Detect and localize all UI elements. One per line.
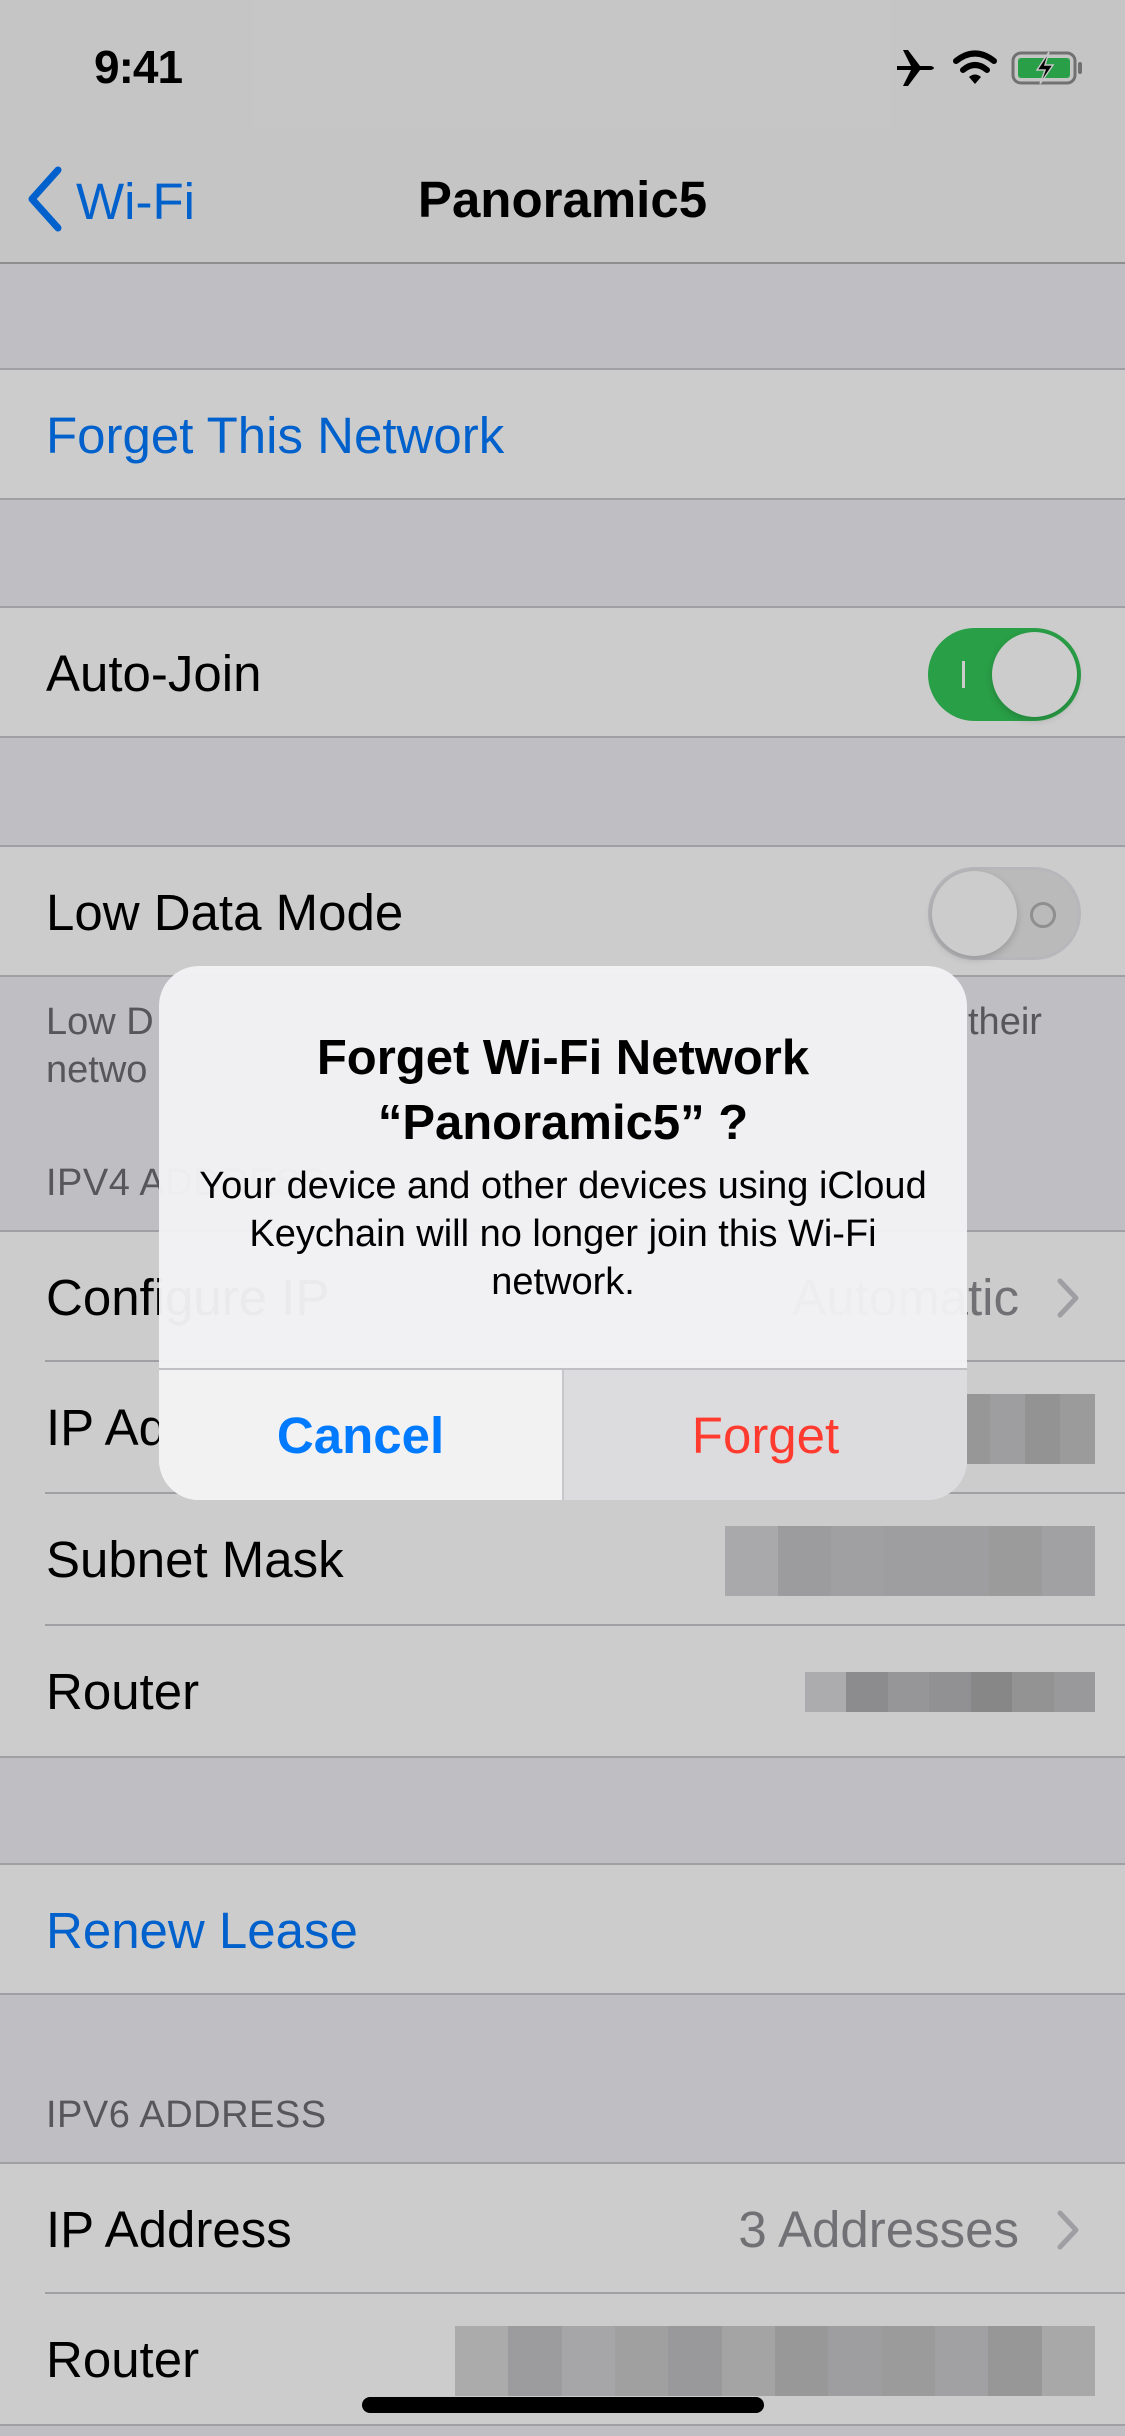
wifi-network-settings-screen: 9:41 Wi-Fi Panoramic5 Forget This Networ… <box>0 0 1125 2436</box>
alert-message: Your device and other devices using iClo… <box>199 1165 927 1303</box>
alert-title: Forget Wi-Fi Network “Panoramic5” ? <box>199 1026 927 1156</box>
forget-button[interactable]: Forget <box>562 1370 967 1500</box>
home-indicator[interactable] <box>362 2397 764 2413</box>
alert-title-line-1: Forget Wi-Fi Network <box>316 1031 810 1085</box>
forget-network-alert: Forget Wi-Fi Network “Panoramic5” ? Your… <box>159 966 967 1500</box>
alert-actions: Cancel Forget <box>159 1368 967 1500</box>
cancel-button[interactable]: Cancel <box>159 1370 562 1500</box>
alert-title-line-2: “Panoramic5” ? <box>377 1096 749 1150</box>
